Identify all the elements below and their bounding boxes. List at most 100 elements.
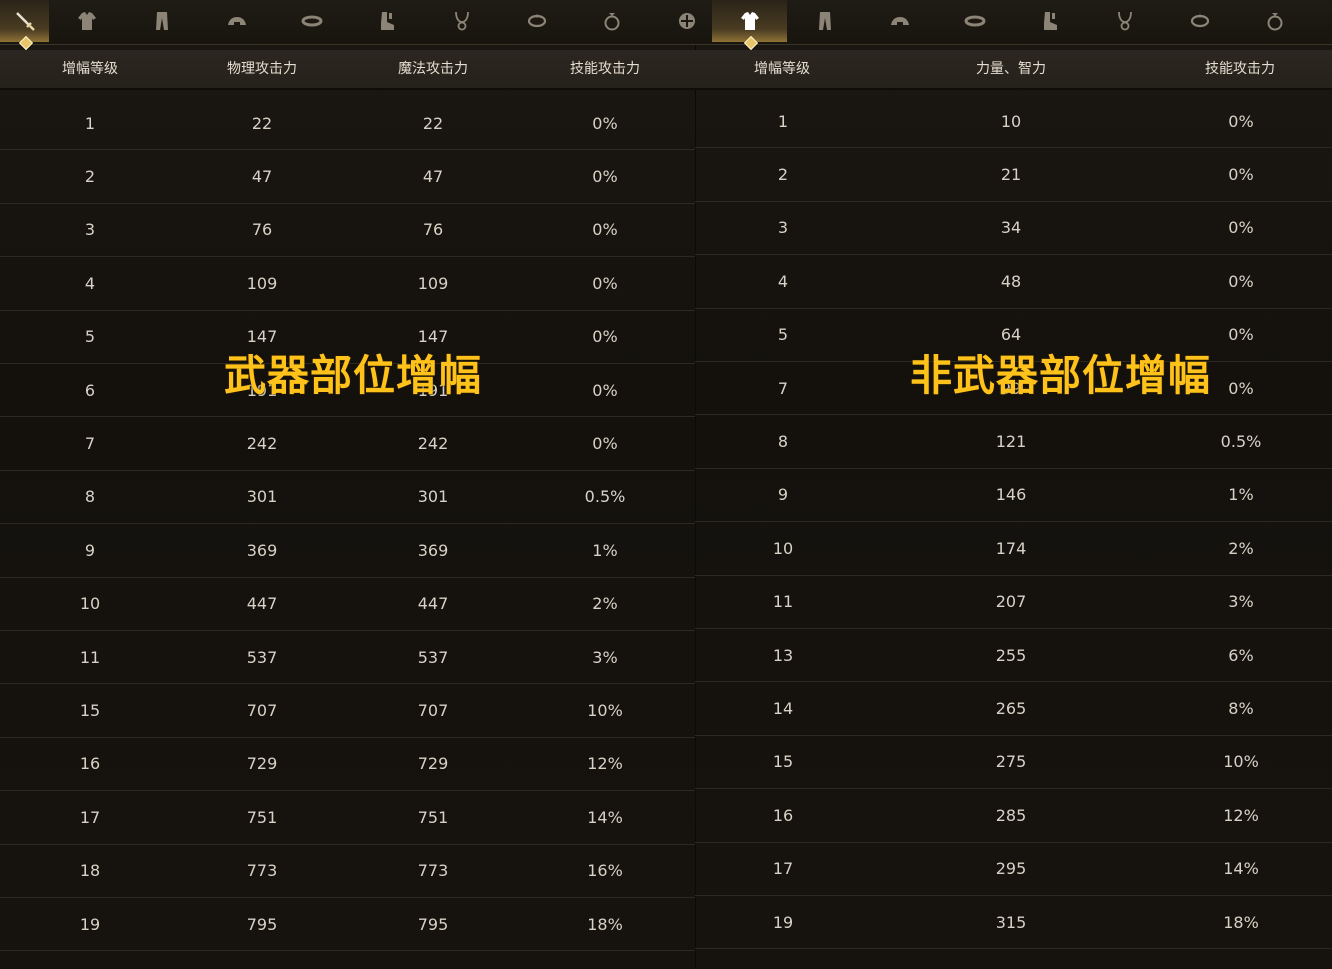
table-row: 8 121 0.5% — [695, 415, 1332, 469]
boots-icon — [1043, 12, 1057, 30]
table-cell: 4 — [777, 271, 789, 291]
table-cell: 1 — [84, 113, 96, 133]
table-row: 17 295 14% — [695, 843, 1332, 896]
table-cell: 8 — [777, 432, 789, 452]
table-cell: 369 — [246, 540, 278, 560]
table-row: 11 537 537 3% — [0, 631, 695, 685]
table-cell: 0.5% — [584, 487, 626, 507]
table-cell: 1% — [1228, 485, 1254, 505]
tab-ring[interactable] — [574, 0, 649, 42]
table-cell: 10 — [1000, 111, 1022, 131]
tab-belt[interactable] — [274, 0, 349, 42]
table-cell: 2% — [1228, 538, 1254, 558]
tab-support[interactable] — [649, 0, 695, 42]
table-row: 9 146 1% — [695, 469, 1332, 523]
shoulder-icon — [890, 17, 909, 25]
table-cell: 751 — [246, 807, 278, 827]
table-row: 2 47 47 0% — [0, 150, 695, 204]
table-cell: 207 — [995, 592, 1027, 612]
table-row: 19 315 18% — [695, 896, 1332, 950]
table-cell: 301 — [246, 487, 278, 507]
table-cell: 9 — [777, 485, 789, 505]
tab-pants[interactable] — [124, 0, 199, 42]
table-cell: 0% — [592, 220, 618, 240]
table-cell: 729 — [246, 754, 278, 774]
tab-coat[interactable] — [49, 0, 124, 42]
tab-belt[interactable] — [937, 0, 1012, 42]
table-cell: 19 — [79, 914, 101, 934]
tab-sword[interactable] — [0, 0, 49, 42]
belt-icon — [301, 15, 322, 27]
table-cell: 7 — [84, 434, 96, 454]
column-header: 魔法攻击力 — [398, 61, 468, 77]
table-row: 9 369 369 1% — [0, 524, 695, 578]
table-row: 16 729 729 12% — [0, 738, 695, 792]
equipment-tab-bar — [695, 0, 1332, 45]
table-cell: 242 — [246, 434, 278, 454]
table-cell: 5 — [84, 327, 96, 347]
table-row: 17 751 751 14% — [0, 791, 695, 845]
table-cell: 707 — [246, 701, 278, 721]
table-cell: 0.5% — [1220, 432, 1262, 452]
tab-necklace[interactable] — [424, 0, 499, 42]
table-cell: 447 — [246, 594, 278, 614]
tab-boots[interactable] — [1012, 0, 1087, 42]
table-row: 4 109 109 0% — [0, 257, 695, 311]
table-cell: 19 — [772, 912, 794, 932]
coat-icon — [740, 12, 759, 30]
table-cell: 242 — [417, 434, 449, 454]
ring-icon — [604, 13, 619, 31]
table-cell: 1 — [777, 111, 789, 131]
table-cell: 6 — [84, 380, 96, 400]
tab-bracelet[interactable] — [499, 0, 574, 42]
tab-bracelet[interactable] — [1162, 0, 1237, 42]
table-cell: 17 — [79, 807, 101, 827]
table-cell: 9 — [84, 540, 96, 560]
coat-icon — [77, 12, 96, 30]
tab-coat[interactable] — [712, 0, 787, 42]
table-cell: 0% — [592, 434, 618, 454]
table-cell: 729 — [417, 754, 449, 774]
table-cell: 18 — [79, 861, 101, 881]
table-cell: 707 — [417, 701, 449, 721]
tab-necklace[interactable] — [1087, 0, 1162, 42]
table-cell: 109 — [417, 273, 449, 293]
tab-pants[interactable] — [787, 0, 862, 42]
table-cell: 13 — [772, 645, 794, 665]
belt-icon — [964, 15, 985, 27]
table-cell: 18% — [587, 914, 623, 934]
tab-shoulder[interactable] — [199, 0, 274, 42]
bracelet-icon — [527, 14, 546, 28]
table-cell: 3% — [1228, 592, 1254, 612]
table-cell: 795 — [246, 914, 278, 934]
table-cell: 18% — [1223, 912, 1259, 932]
table-cell: 0% — [1228, 378, 1254, 398]
table-cell: 10 — [79, 594, 101, 614]
tab-ring[interactable] — [1237, 0, 1312, 42]
table-row: 13 255 6% — [695, 629, 1332, 683]
necklace-icon — [1117, 11, 1132, 31]
table-cell: 146 — [995, 485, 1027, 505]
armor-enhance-panel: 增幅等级 力量、智力 技能攻击力 1 10 0% 2 21 0% 3 34 0% 4 48 0% 5 64 0%… — [695, 0, 1332, 969]
table-cell: 447 — [417, 594, 449, 614]
column-header: 技能攻击力 — [570, 61, 640, 77]
table-cell: 22 — [251, 113, 273, 133]
table-cell: 15 — [772, 752, 794, 772]
table-cell: 6% — [1228, 645, 1254, 665]
table-cell: 8 — [84, 487, 96, 507]
tab-shoulder[interactable] — [862, 0, 937, 42]
overlay-caption: 非武器部位增幅 — [910, 351, 1212, 400]
table-cell: 773 — [417, 861, 449, 881]
table-cell: 76 — [251, 220, 273, 240]
table-cell: 537 — [417, 647, 449, 667]
table-cell: 14% — [1223, 859, 1259, 879]
table-row: 3 76 76 0% — [0, 204, 695, 258]
table-cell: 0% — [1228, 111, 1254, 131]
table-cell: 16 — [79, 754, 101, 774]
overlay-caption: 武器部位增幅 — [224, 351, 483, 400]
table-cell: 0% — [1228, 271, 1254, 291]
tab-boots[interactable] — [349, 0, 424, 42]
table-cell: 0% — [592, 380, 618, 400]
table-cell: 47 — [251, 167, 273, 187]
weapon-enhance-panel: 增幅等级 物理攻击力 魔法攻击力 技能攻击力 1 22 22 0% 2 47 47 0% 3 76 76 0… — [0, 0, 695, 969]
